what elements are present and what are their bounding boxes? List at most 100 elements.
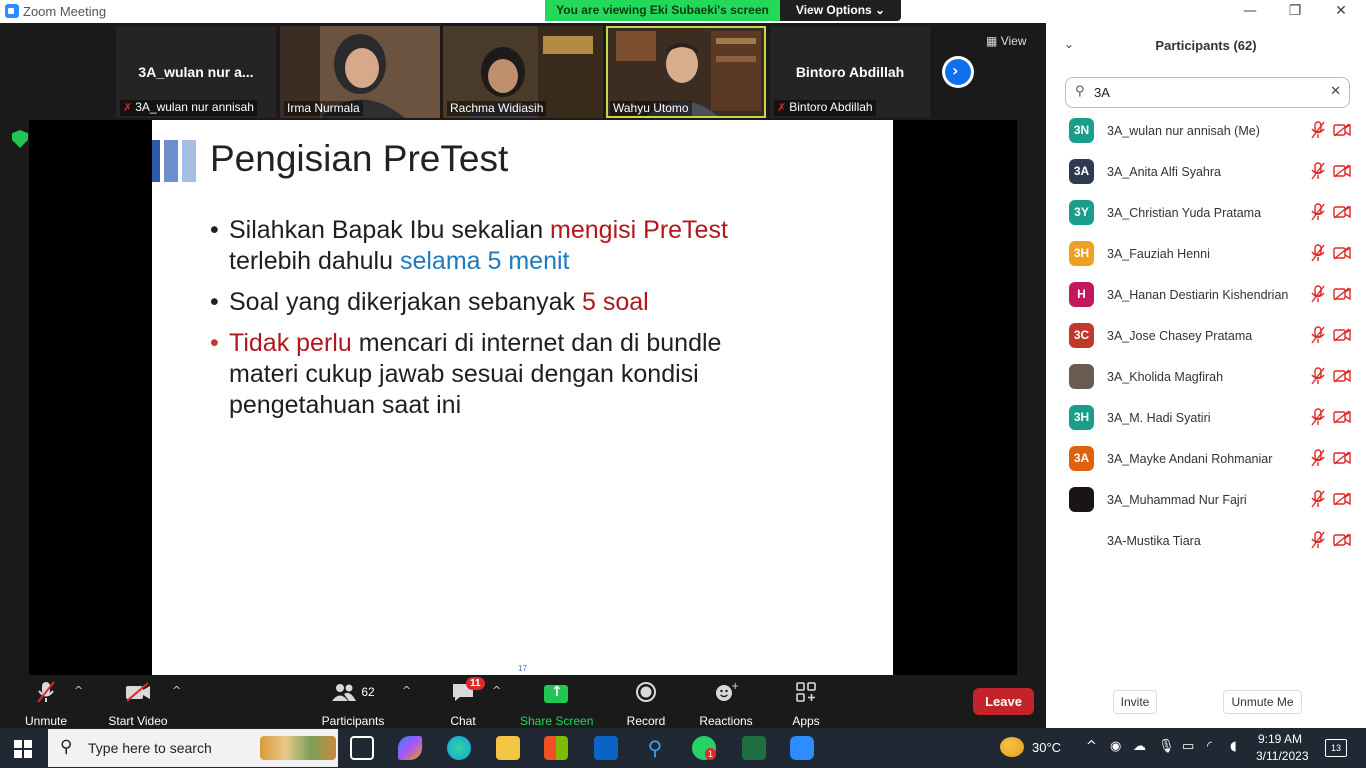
onedrive-tray-icon[interactable]: ☁ xyxy=(1133,739,1146,754)
tray-overflow-icon[interactable]: ^ xyxy=(1086,739,1097,754)
avatar: H xyxy=(1069,282,1094,307)
task-view-icon[interactable] xyxy=(350,736,374,760)
slide-title: Pengisian PreTest xyxy=(210,138,509,179)
participants-button[interactable]: 62 Participants xyxy=(320,679,386,728)
tile-label: ✗ 3A_wulan nur annisah xyxy=(120,100,257,116)
volume-icon[interactable]: ◖ xyxy=(1230,739,1237,754)
video-off-icon xyxy=(1333,123,1351,137)
file-explorer-icon[interactable] xyxy=(496,736,520,760)
participant-name: 3A_Anita Alfi Syahra xyxy=(1107,165,1221,179)
invite-button[interactable]: Invite xyxy=(1113,690,1157,714)
unmute-me-button[interactable]: Unmute Me xyxy=(1223,690,1302,714)
participant-row[interactable]: 3H 3A_Fauziah Henni xyxy=(1046,238,1366,279)
mic-muted-icon xyxy=(1311,326,1325,344)
tile-label: Wahyu Utomo xyxy=(610,101,692,116)
participant-name: 3A_wulan nur annisah (Me) xyxy=(1107,124,1260,138)
close-window-button[interactable]: ✕ xyxy=(1318,0,1364,23)
avatar: 3A xyxy=(1069,446,1094,471)
participants-panel-title: Participants (62) xyxy=(1155,38,1257,53)
video-options-caret[interactable]: ^ xyxy=(172,684,181,697)
chat-options-caret[interactable]: ^ xyxy=(492,684,501,697)
view-button[interactable]: ▦ View xyxy=(986,34,1026,48)
share-screen-icon xyxy=(544,684,568,703)
video-tile[interactable]: Irma Nurmala xyxy=(280,26,440,118)
participant-row[interactable]: 3N 3A_wulan nur annisah (Me) xyxy=(1046,115,1366,156)
apps-button[interactable]: Apps xyxy=(790,679,822,728)
next-page-button[interactable]: › xyxy=(942,56,974,88)
meeting-toolbar: Unmute ^ Start Video ^ 62 Participants ^… xyxy=(0,675,1046,728)
record-button[interactable]: Record xyxy=(624,679,668,728)
participant-name: 3A_Fauziah Henni xyxy=(1107,247,1210,261)
minimize-button[interactable]: — xyxy=(1227,0,1273,23)
copilot-icon[interactable] xyxy=(398,736,422,760)
excel-icon[interactable] xyxy=(742,736,766,760)
participant-row[interactable]: 3A_Kholida Magfirah xyxy=(1046,361,1366,402)
weather-temperature[interactable]: 30°C xyxy=(1032,740,1061,755)
microphone-tray-icon[interactable]: 🎙 xyxy=(1158,739,1175,754)
battery-icon[interactable]: ▭ xyxy=(1182,739,1194,754)
reactions-button[interactable]: + Reactions xyxy=(698,679,754,728)
participant-row[interactable]: 3H 3A_M. Hadi Syatiri xyxy=(1046,402,1366,443)
participants-count: 62 xyxy=(361,685,375,699)
video-off-icon xyxy=(1333,164,1351,178)
leave-button[interactable]: Leave xyxy=(973,688,1034,715)
video-off-icon xyxy=(1333,369,1351,383)
share-screen-button[interactable]: Share Screen xyxy=(520,679,593,728)
weather-icon[interactable] xyxy=(1000,737,1024,757)
mic-muted-icon: ✗ xyxy=(777,102,787,114)
microsoft-store-icon[interactable] xyxy=(544,736,568,760)
video-tile[interactable]: Bintoro Abdillah ✗ Bintoro Abdillah xyxy=(770,26,930,118)
participant-list: 3N 3A_wulan nur annisah (Me) 3A 3A_Anita Al… xyxy=(1046,115,1366,566)
zoom-taskbar-icon[interactable] xyxy=(790,736,814,760)
participant-search-input[interactable]: ⚲ 3A ✕ xyxy=(1065,77,1350,108)
windows-start-icon[interactable] xyxy=(14,740,32,758)
participant-name: 3A_Christian Yuda Pratama xyxy=(1107,206,1262,220)
participant-row[interactable]: 3Y 3A_Christian Yuda Pratama xyxy=(1046,197,1366,238)
participant-row[interactable]: 3A-Mustika Tiara xyxy=(1046,525,1366,566)
whatsapp-icon[interactable]: 1 xyxy=(692,736,717,760)
participant-name: 3A_Hanan Destiarin Kishendrian xyxy=(1107,288,1289,302)
start-video-button[interactable]: Start Video xyxy=(104,679,172,728)
video-tile[interactable]: 3A_wulan nur a... ✗ 3A_wulan nur annisah xyxy=(116,26,276,118)
reactions-icon: + xyxy=(698,679,754,705)
avatar: 3Y xyxy=(1069,200,1094,225)
security-shield-icon[interactable] xyxy=(12,130,28,148)
record-icon xyxy=(624,679,668,705)
clear-search-icon[interactable]: ✕ xyxy=(1330,84,1341,99)
video-off-icon xyxy=(1333,492,1351,506)
unmute-button[interactable]: Unmute xyxy=(20,679,72,728)
clock[interactable]: 9:19 AM 3/11/2023 xyxy=(1256,732,1309,763)
shared-screen: Pengisian PreTest Silahkan Bapak Ibu sek… xyxy=(29,120,1017,675)
windows-taskbar: ⚲ Type here to search ⚲ 1 30°C ^ ◉ ☁ 🎙 ▭… xyxy=(0,728,1366,768)
participant-row[interactable]: 3A_Muhammad Nur Fajri xyxy=(1046,484,1366,525)
wifi-icon[interactable]: ◜ xyxy=(1207,739,1212,754)
avatar xyxy=(1069,487,1094,512)
presentation-slide: Pengisian PreTest Silahkan Bapak Ibu sek… xyxy=(152,120,893,675)
mail-icon[interactable] xyxy=(594,736,618,760)
participant-row[interactable]: 3A 3A_Mayke Andani Rohmaniar xyxy=(1046,443,1366,484)
search-app-icon[interactable]: ⚲ xyxy=(643,736,667,760)
participant-row[interactable]: 3A 3A_Anita Alfi Syahra xyxy=(1046,156,1366,197)
restore-button[interactable]: ❐ xyxy=(1272,0,1318,23)
mic-muted-icon xyxy=(1311,490,1325,508)
video-off-icon xyxy=(1333,451,1351,465)
search-highlight-image[interactable] xyxy=(260,736,336,760)
participant-row[interactable]: 3C 3A_Jose Chasey Pratama xyxy=(1046,320,1366,361)
notification-center-icon[interactable]: 13 xyxy=(1325,739,1347,757)
viewing-screen-banner: You are viewing Eki Subaeki's screen xyxy=(545,0,780,21)
video-tile[interactable]: Rachma Widiasih xyxy=(443,26,603,118)
slide-page-number: 17 xyxy=(518,664,527,673)
avatar: 3A xyxy=(1069,159,1094,184)
audio-options-caret[interactable]: ^ xyxy=(74,684,83,697)
avatar: 3H xyxy=(1069,405,1094,430)
tile-label: Rachma Widiasih xyxy=(447,101,547,116)
edge-browser-icon[interactable] xyxy=(447,736,471,760)
participant-row[interactable]: H 3A_Hanan Destiarin Kishendrian xyxy=(1046,279,1366,320)
view-options-button[interactable]: View Options ⌄ xyxy=(780,0,901,21)
camera-tray-icon[interactable]: ◉ xyxy=(1110,739,1121,754)
participants-options-caret[interactable]: ^ xyxy=(402,684,411,697)
search-value: 3A xyxy=(1094,85,1110,100)
slide-bullets: Silahkan Bapak Ibu sekalian mengisi PreT… xyxy=(210,215,770,431)
mic-muted-icon xyxy=(1311,203,1325,221)
video-tile-active-speaker[interactable]: Wahyu Utomo xyxy=(606,26,766,118)
